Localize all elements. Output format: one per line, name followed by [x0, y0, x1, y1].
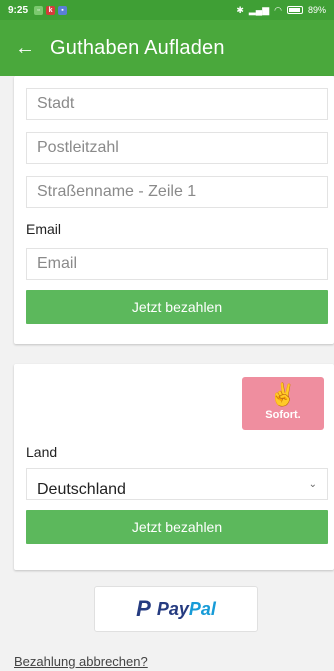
country-label: Land [26, 444, 58, 460]
notification-icon: ▫ [34, 5, 44, 15]
email-field[interactable]: Email [26, 248, 328, 280]
sofort-card: ✌ Sofort. Land Deutschland ⌄ Jetzt bezah… [14, 364, 334, 570]
paypal-section: P PayPal [14, 586, 334, 634]
page-title: Guthaben Aufladen [50, 36, 225, 59]
status-time: 9:25 [8, 4, 29, 16]
paypal-p-icon: P [136, 596, 151, 621]
chevron-down-icon: ⌄ [308, 478, 317, 490]
address-card: Stadt Postleitzahl Straßenname - Zeile 1… [14, 76, 334, 344]
paypal-button[interactable]: P PayPal [94, 586, 258, 632]
pay-now-button[interactable]: Jetzt bezahlen [26, 510, 328, 544]
pay-now-button[interactable]: Jetzt bezahlen [26, 290, 328, 324]
wifi-icon: ◠ [274, 4, 282, 15]
postal-code-field[interactable]: Postleitzahl [26, 132, 328, 164]
status-bar: 9:25 ▫ k ▪ ✱ ▂▄▆ ◠ 89% [0, 0, 334, 20]
sofort-brand: Sofort. [265, 409, 301, 421]
notification-icon: ▪ [58, 5, 68, 15]
bluetooth-icon: ✱ [236, 4, 244, 15]
sofort-hand-icon: ✌ [269, 382, 297, 407]
email-label: Email [26, 221, 62, 237]
sofort-logo[interactable]: ✌ Sofort. [242, 377, 324, 430]
street-field[interactable]: Straßenname - Zeile 1 [26, 176, 328, 208]
city-field[interactable]: Stadt [26, 88, 328, 120]
back-arrow-icon[interactable]: ← [0, 37, 50, 60]
app-bar: ← Guthaben Aufladen [0, 20, 334, 76]
cancel-payment-link[interactable]: Bezahlung abbrechen? [14, 654, 148, 669]
battery-percent: 89% [307, 5, 326, 15]
signal-icon: ▂▄▆ [248, 4, 270, 15]
status-right: ✱ ▂▄▆ ◠ 89% [236, 5, 326, 16]
paypal-wordmark: PayPal [156, 598, 216, 619]
country-select[interactable]: Deutschland ⌄ [26, 468, 328, 500]
notification-icon: k [46, 5, 56, 15]
battery-icon [286, 6, 303, 14]
country-value: Deutschland [37, 481, 126, 498]
